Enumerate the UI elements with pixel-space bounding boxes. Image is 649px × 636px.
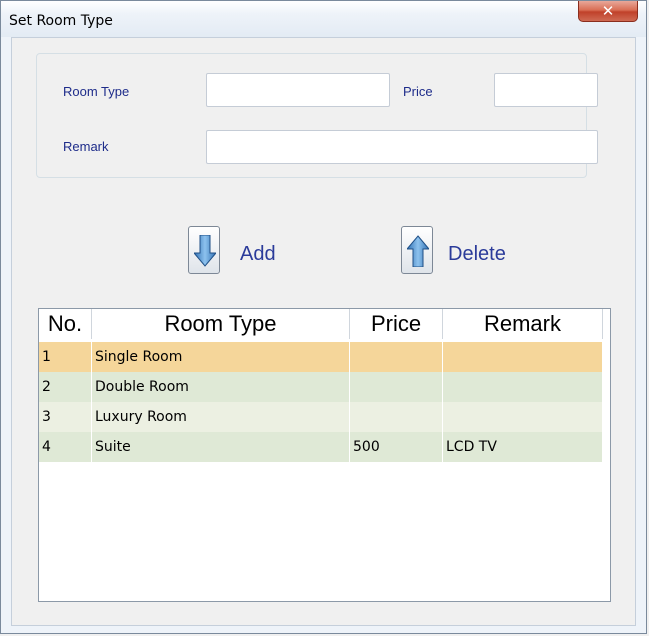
window-title: Set Room Type — [9, 13, 113, 29]
add-button[interactable] — [188, 226, 220, 274]
table-row[interactable]: 1 Single Room — [39, 342, 602, 372]
cell-price — [350, 342, 443, 372]
cell-remark — [443, 372, 602, 402]
cell-no: 2 — [39, 372, 92, 402]
cell-no: 3 — [39, 402, 92, 432]
price-input[interactable] — [494, 73, 598, 107]
column-header-remark[interactable]: Remark — [443, 309, 603, 339]
table-row[interactable]: 3 Luxury Room — [39, 402, 602, 432]
cell-remark: LCD TV — [446, 439, 497, 455]
room-type-table[interactable]: No. Room Type Price Remark 1 Single Room… — [38, 308, 611, 602]
set-room-type-dialog: Set Room Type ✕ Room Type Price Remark A… — [0, 0, 647, 634]
room-form-group: Room Type Price Remark — [36, 53, 598, 178]
column-header-no[interactable]: No. — [39, 309, 92, 339]
delete-button[interactable] — [401, 226, 433, 274]
add-label[interactable]: Add — [240, 243, 276, 266]
cell-price — [350, 372, 443, 402]
cell-price — [350, 402, 443, 432]
cell-no: 4 — [39, 432, 92, 462]
cell-remark — [443, 402, 602, 432]
up-arrow-icon — [407, 235, 429, 267]
cell-room-type: Double Room — [92, 372, 350, 402]
cell-remark — [443, 342, 602, 372]
column-header-price[interactable]: Price — [350, 309, 443, 339]
down-arrow-icon — [194, 235, 216, 267]
close-button[interactable]: ✕ — [578, 1, 638, 22]
column-header-room-type[interactable]: Room Type — [92, 309, 350, 339]
table-row[interactable]: 2 Double Room — [39, 372, 602, 402]
cell-room-type: Single Room — [92, 342, 350, 372]
title-bar[interactable]: Set Room Type ✕ — [1, 1, 646, 37]
cell-room-type: Luxury Room — [92, 402, 350, 432]
price-label: Price — [403, 84, 433, 99]
room-type-label: Room Type — [63, 84, 130, 99]
room-type-input[interactable] — [206, 73, 390, 107]
table-row[interactable]: 4 Suite 500 LCD TV — [39, 432, 602, 462]
close-icon: ✕ — [601, 2, 615, 20]
cell-no: 1 — [39, 342, 92, 372]
cell-room-type: Suite — [92, 432, 350, 462]
remark-label: Remark — [63, 139, 109, 154]
cell-price: 500 — [350, 432, 443, 462]
remark-input[interactable] — [206, 130, 598, 164]
delete-label[interactable]: Delete — [448, 243, 506, 266]
